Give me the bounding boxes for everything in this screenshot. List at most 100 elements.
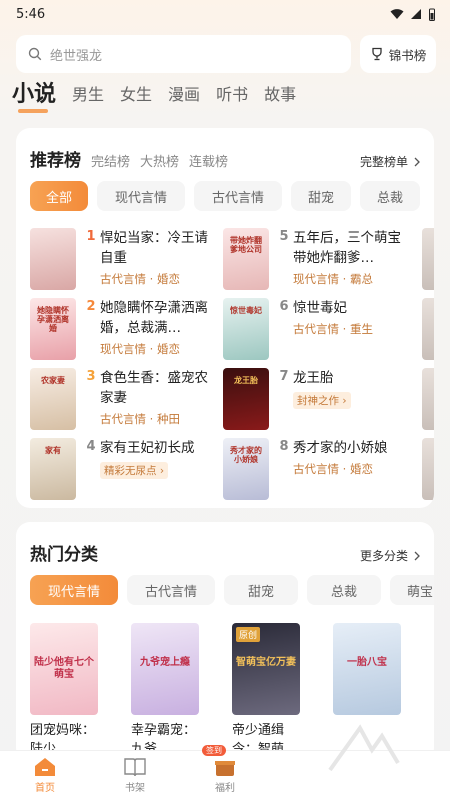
tab-novel[interactable]: 小说 (12, 84, 56, 113)
book-info: 家有王妃初长成 精彩无尿点 › (100, 438, 208, 500)
battery-icon (429, 8, 435, 21)
chip-cute-baby[interactable]: 萌宝 (390, 575, 434, 605)
book-tags: 现代言情 · 霸总 (293, 272, 373, 286)
book-info: 五年后，三个萌宝带她炸翻爹… 现代言情 · 霸总 (293, 228, 401, 290)
recommend-title: 推荐榜 (30, 151, 81, 171)
nav-bookshelf-label: 书架 (125, 783, 145, 794)
rank-number: 2 (86, 299, 96, 314)
nav-home-label: 首页 (35, 783, 55, 794)
chevron-right-icon (414, 157, 420, 166)
status-bar: 5:46 (0, 0, 450, 28)
hot-chips: 现代言情 古代言情 甜宠 总裁 萌宝 (30, 575, 434, 605)
rank-book-item[interactable]: 龙王胎 7 龙王胎 封神之作 › (223, 368, 401, 430)
search-input[interactable]: 绝世强龙 (16, 35, 351, 73)
book-cover: 她隐瞒怀孕潇洒离婚 (30, 298, 76, 360)
search-icon (28, 47, 42, 61)
cover-title: 农家妻 (41, 376, 65, 385)
more-categories-label: 更多分类 (359, 549, 408, 563)
book-cover: 秀才家的小娇娘 (223, 438, 269, 500)
rank-book-item[interactable]: 家有 4 家有王妃初长成 精彩无尿点 › (30, 438, 208, 500)
wifi-icon (390, 9, 404, 19)
rank-button-label: 锦书榜 (388, 47, 427, 63)
search-placeholder: 绝世强龙 (50, 48, 103, 64)
original-badge: 原创 (236, 627, 261, 642)
rank-list-button[interactable]: 锦书榜 (360, 35, 436, 73)
tab-completed[interactable]: 完结榜 (91, 151, 130, 170)
tab-comics[interactable]: 漫画 (168, 84, 200, 106)
chip-ancient-romance[interactable]: 古代言情 (194, 181, 282, 211)
book-tags: 古代言情 · 婚恋 (100, 272, 180, 286)
book-title: 秀才家的小娇娘 (293, 440, 388, 456)
top-tabs: 小说 男生 女生 漫画 听书 故事 (12, 84, 296, 113)
cover-title: 一胎八宝 (347, 657, 387, 668)
rank-book-item[interactable]: 带她炸翻爹地公司 5 五年后，三个萌宝带她炸翻爹… 现代言情 · 霸总 (223, 228, 401, 290)
bookshelf-icon (124, 758, 146, 777)
next-column-cover (422, 298, 434, 360)
book-cover: 陆少他有七个萌宝 (30, 623, 98, 715)
book-cover: 带她炸翻爹地公司 (223, 228, 269, 290)
book-cover: 龙王胎 (223, 368, 269, 430)
recommend-chips: 全部 现代言情 古代言情 甜宠 总裁 (30, 181, 420, 211)
cover-title: 秀才家的小娇娘 (230, 446, 262, 464)
next-column-cover (422, 368, 434, 430)
rank-book-item[interactable]: 她隐瞒怀孕潇洒离婚 2 她隐瞒怀孕潇洒离婚，总裁满… 现代言情 · 婚恋 (30, 298, 208, 360)
status-time: 5:46 (16, 6, 46, 22)
checkin-badge: 签到 (202, 745, 226, 756)
full-ranking-label: 完整榜单 (359, 155, 408, 169)
book-tags: 古代言情 · 重生 (293, 322, 373, 336)
nav-bookshelf[interactable]: 书架 (90, 751, 180, 800)
book-title: 五年后，三个萌宝带她炸翻爹… (293, 230, 401, 266)
book-title: 惊世毒妃 (293, 300, 347, 316)
chip-ceo[interactable]: 总裁 (307, 575, 381, 605)
book-tags: 古代言情 · 种田 (100, 412, 180, 426)
tab-male[interactable]: 男生 (72, 84, 104, 106)
home-icon (35, 758, 55, 776)
book-promo-badge[interactable]: 封神之作 › (293, 392, 351, 409)
nav-welfare-label: 福利 (215, 783, 235, 794)
rank-number: 1 (86, 229, 96, 244)
rank-book-item[interactable]: 1 悍妃当家：冷王请自重 古代言情 · 婚恋 (30, 228, 208, 290)
chip-sweet[interactable]: 甜宠 (224, 575, 298, 605)
tab-stories[interactable]: 故事 (264, 84, 296, 106)
tab-female[interactable]: 女生 (120, 84, 152, 106)
tab-audiobook[interactable]: 听书 (216, 84, 248, 106)
book-cover (30, 228, 76, 290)
book-cover: 农家妻 (30, 368, 76, 430)
hot-book-item[interactable]: 一胎八宝 (333, 623, 401, 715)
rank-number: 7 (279, 369, 289, 384)
trophy-icon (372, 47, 382, 61)
cover-title: 带她炸翻爹地公司 (230, 236, 262, 254)
hot-categories-card: 热门分类 更多分类 现代言情 古代言情 甜宠 总裁 萌宝 陆少他有七个萌宝 团宠… (16, 522, 434, 762)
cover-title: 惊世毒妃 (230, 306, 262, 315)
book-info: 悍妃当家：冷王请自重 古代言情 · 婚恋 (100, 228, 208, 290)
book-info: 秀才家的小娇娘 古代言情 · 婚恋 (293, 438, 401, 500)
nav-welfare[interactable]: 签到 福利 (180, 745, 270, 800)
next-column-cover (422, 228, 434, 290)
hot-book-item[interactable]: 原创 智萌宝亿万妻 帝少通缉令：智萌… (232, 623, 300, 759)
chip-sweet[interactable]: 甜宠 (291, 181, 351, 211)
bottom-nav: 首页 书架 签到 福利 (0, 745, 450, 800)
chip-ceo[interactable]: 总裁 (360, 181, 420, 211)
rank-book-item[interactable]: 农家妻 3 食色生香：盛宠农家妻 古代言情 · 种田 (30, 368, 208, 430)
book-cover: 惊世毒妃 (223, 298, 269, 360)
chip-modern-romance[interactable]: 现代言情 (97, 181, 185, 211)
chip-modern-romance[interactable]: 现代言情 (30, 575, 118, 605)
more-categories-link[interactable]: 更多分类 (360, 547, 420, 564)
book-info: 食色生香：盛宠农家妻 古代言情 · 种田 (100, 368, 208, 430)
rank-book-item[interactable]: 惊世毒妃 6 惊世毒妃 古代言情 · 重生 (223, 298, 401, 360)
signal-icon (411, 9, 421, 19)
next-column-cover (422, 438, 434, 500)
book-tags: 现代言情 · 婚恋 (100, 342, 180, 356)
tab-hot[interactable]: 大热榜 (140, 151, 179, 170)
chip-all[interactable]: 全部 (30, 181, 88, 211)
hot-book-item[interactable]: 九爷宠上瘾 幸孕霸宠：九爷… (131, 623, 199, 759)
rank-book-item[interactable]: 秀才家的小娇娘 8 秀才家的小娇娘 古代言情 · 婚恋 (223, 438, 401, 500)
nav-home[interactable]: 首页 (0, 751, 90, 800)
book-promo-badge[interactable]: 精彩无尿点 › (100, 462, 169, 479)
chip-ancient-romance[interactable]: 古代言情 (127, 575, 215, 605)
tab-serial[interactable]: 连载榜 (189, 151, 228, 170)
cover-title: 龙王胎 (234, 376, 258, 385)
book-info: 龙王胎 封神之作 › (293, 368, 401, 430)
full-ranking-link[interactable]: 完整榜单 (360, 153, 420, 170)
hot-book-item[interactable]: 陆少他有七个萌宝 团宠妈咪：陆少… (30, 623, 98, 759)
